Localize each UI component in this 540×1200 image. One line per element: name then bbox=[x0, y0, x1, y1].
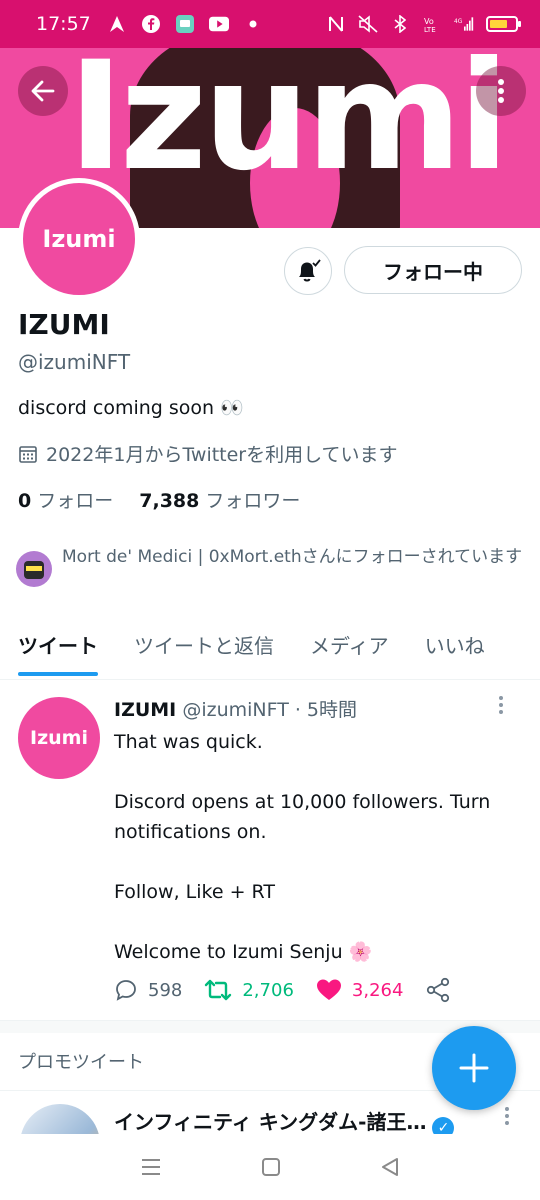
tweet-line: Discord opens at 10,000 followers. Turn … bbox=[114, 791, 491, 843]
tab-media[interactable]: メディア bbox=[292, 618, 407, 679]
following-button[interactable]: フォロー中 bbox=[344, 246, 522, 294]
tab-label: ツイート bbox=[18, 634, 98, 658]
back-arrow-icon bbox=[31, 80, 55, 102]
more-options-button[interactable] bbox=[476, 66, 526, 116]
tweet-author-name: IZUMI bbox=[114, 699, 177, 721]
heart-filled-icon bbox=[316, 979, 341, 1000]
tweet-avatar-text: Izumi bbox=[30, 727, 88, 749]
retweet-count: 2,706 bbox=[242, 979, 294, 1001]
more-vertical-icon bbox=[498, 79, 504, 103]
active-tab-indicator bbox=[18, 672, 98, 676]
tweet-body: That was quick. Discord opens at 10,000 … bbox=[114, 727, 524, 967]
4g-signal-icon: 4G bbox=[454, 14, 474, 34]
svg-text:Vo: Vo bbox=[424, 17, 434, 26]
notifications-bell-button[interactable] bbox=[284, 247, 332, 295]
bell-check-icon bbox=[299, 259, 321, 282]
status-bar: 17:57 Vo LTE 4G bbox=[0, 0, 540, 48]
compose-tweet-button[interactable] bbox=[432, 1026, 516, 1110]
tweet-line: Welcome to Izumi Senju 🌸 bbox=[114, 941, 373, 963]
tweet-line: Follow, Like + RT bbox=[114, 881, 275, 903]
profile-tabs: ツイート ツイートと返信 メディア いいね bbox=[0, 618, 540, 680]
joined-text: 2022年1月からTwitterを利用しています bbox=[46, 444, 398, 466]
svg-text:LTE: LTE bbox=[424, 26, 436, 33]
followers-count: 7,388 bbox=[139, 490, 200, 512]
retweet-button[interactable]: 2,706 bbox=[204, 978, 294, 1002]
follow-counts: 0 フォロー 7,388 フォロワー bbox=[18, 486, 300, 513]
followers-link[interactable]: 7,388 フォロワー bbox=[139, 486, 300, 513]
retweet-icon bbox=[205, 979, 232, 1001]
mute-icon bbox=[358, 14, 378, 34]
reply-button[interactable]: 598 bbox=[114, 978, 182, 1002]
tab-label: メディア bbox=[310, 634, 389, 658]
tab-likes[interactable]: いいね bbox=[407, 618, 503, 679]
share-button[interactable] bbox=[425, 977, 451, 1003]
dot-icon bbox=[243, 14, 263, 34]
battery-icon bbox=[486, 16, 521, 32]
promoted-account-name: インフィニティ キングダム-諸王… ✓ bbox=[114, 1106, 455, 1134]
message-icon bbox=[175, 14, 195, 34]
more-vertical-icon bbox=[499, 696, 503, 714]
signal-arrow-icon bbox=[107, 14, 127, 34]
bluetooth-icon bbox=[390, 14, 410, 34]
following-link[interactable]: 0 フォロー bbox=[18, 486, 113, 513]
tweet-avatar[interactable]: Izumi bbox=[18, 697, 100, 779]
following-label: フォロー bbox=[37, 490, 114, 512]
home-icon[interactable] bbox=[261, 1157, 281, 1177]
tweet-line: That was quick. bbox=[114, 731, 263, 753]
nfc-icon bbox=[326, 14, 346, 34]
promoted-title-text: インフィニティ キングダム-諸王… bbox=[114, 1110, 427, 1134]
promoted-more-button[interactable] bbox=[504, 1106, 510, 1130]
tweet-more-button[interactable] bbox=[498, 695, 504, 720]
avatar-text: Izumi bbox=[42, 225, 116, 253]
plus-icon bbox=[459, 1053, 489, 1083]
tab-tweets[interactable]: ツイート bbox=[0, 618, 116, 679]
status-right-icons: Vo LTE 4G bbox=[326, 14, 521, 34]
calendar-icon bbox=[19, 445, 37, 463]
reply-count: 598 bbox=[148, 979, 183, 1001]
tweet-header: IZUMI @izumiNFT · 5時間 bbox=[114, 695, 357, 722]
banner-text: Izumi bbox=[68, 48, 510, 204]
verified-badge-icon: ✓ bbox=[432, 1117, 455, 1134]
recent-apps-icon[interactable] bbox=[140, 1157, 162, 1177]
tab-label: いいね bbox=[424, 634, 485, 658]
follower-avatar bbox=[16, 551, 52, 587]
battery-level bbox=[490, 20, 507, 28]
like-button[interactable]: 3,264 bbox=[316, 978, 404, 1002]
youtube-icon bbox=[208, 14, 229, 34]
tweet-handle-time: @izumiNFT · 5時間 bbox=[182, 699, 358, 721]
followed-by[interactable]: Mort de' Medici | 0xMort.ethさんにフォローされていま… bbox=[16, 545, 524, 587]
following-count: 0 bbox=[18, 490, 32, 512]
more-vertical-icon bbox=[505, 1107, 509, 1125]
facebook-icon bbox=[141, 14, 161, 34]
status-left-icons bbox=[107, 14, 263, 34]
tweet-actions: 598 2,706 3,264 bbox=[114, 977, 451, 1003]
followers-label: フォロワー bbox=[205, 490, 301, 512]
back-icon[interactable] bbox=[380, 1157, 400, 1177]
system-navigation-bar bbox=[0, 1134, 540, 1200]
followed-by-text: Mort de' Medici | 0xMort.ethさんにフォローされていま… bbox=[62, 547, 523, 567]
volte-icon: Vo LTE bbox=[422, 14, 442, 34]
joined-date: 2022年1月からTwitterを利用しています bbox=[18, 440, 398, 467]
user-handle: @izumiNFT bbox=[18, 350, 131, 374]
promoted-avatar[interactable] bbox=[20, 1104, 100, 1134]
profile-avatar[interactable]: Izumi bbox=[18, 178, 140, 300]
tab-tweets-and-replies[interactable]: ツイートと返信 bbox=[116, 618, 292, 679]
tweet[interactable]: Izumi IZUMI @izumiNFT · 5時間 That was qui… bbox=[0, 681, 540, 1021]
svg-text:4G: 4G bbox=[454, 19, 463, 25]
share-icon bbox=[427, 977, 450, 1003]
back-button[interactable] bbox=[18, 66, 68, 116]
profile-bio: discord coming soon 👀 bbox=[18, 397, 244, 419]
tab-label: ツイートと返信 bbox=[134, 634, 274, 658]
display-name: IZUMI bbox=[18, 308, 110, 341]
like-count: 3,264 bbox=[351, 979, 404, 1001]
promoted-tweets-label: プロモツイート bbox=[18, 1052, 144, 1073]
reply-icon bbox=[116, 980, 136, 1001]
status-time: 17:57 bbox=[36, 13, 91, 35]
